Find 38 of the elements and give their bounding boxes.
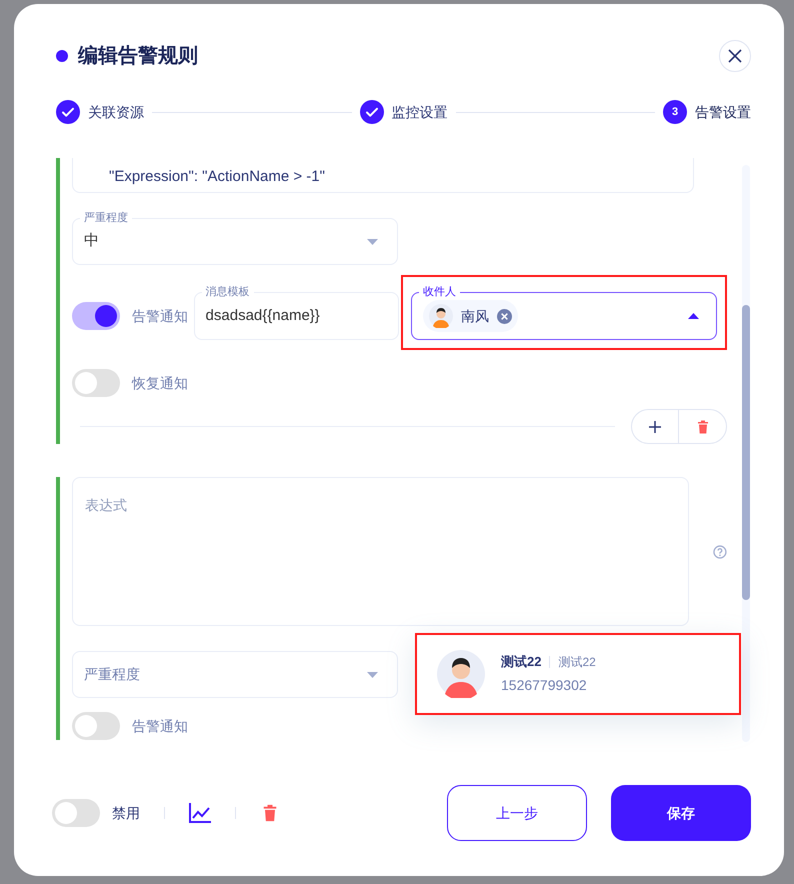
back-button[interactable]: 上一步 (447, 785, 587, 841)
close-button[interactable] (719, 40, 751, 72)
remove-icon[interactable] (497, 308, 512, 324)
plus-icon (649, 420, 661, 432)
save-button[interactable]: 保存 (611, 785, 751, 841)
step: 监控设置 (360, 100, 448, 124)
toggle-switch[interactable] (72, 369, 120, 397)
toggle-switch[interactable] (72, 712, 120, 740)
toggle-label: 告警通知 (132, 306, 188, 326)
toggle-switch[interactable] (52, 799, 100, 827)
toggle-switch[interactable] (72, 302, 120, 330)
avatar-icon (429, 304, 453, 328)
caret-up-icon (688, 313, 699, 319)
field-label: 消息模板 (202, 285, 254, 299)
step-marker: 3 (663, 100, 687, 124)
help-icon[interactable] (713, 544, 727, 558)
caret-down-icon (367, 238, 378, 244)
recipient-chip[interactable]: 南风 (423, 300, 518, 332)
field-label: 收件人 (419, 285, 460, 299)
check-icon (61, 105, 75, 119)
avatar-icon (437, 650, 485, 698)
recipient-alias: 测试22 (558, 654, 596, 670)
recipient-phone: 15267799302 (501, 676, 588, 696)
toggle-label: 告警通知 (132, 716, 188, 736)
title-dot-icon (56, 50, 68, 62)
step: 关联资源 (56, 100, 144, 124)
expression-field[interactable]: "Expression": "ActionName > -1" (72, 158, 694, 193)
scrollbar[interactable] (742, 165, 750, 742)
toggle-label: 禁用 (112, 804, 140, 822)
recipient-name: 测试22 (501, 652, 542, 671)
field-label: 严重程度 (80, 211, 132, 225)
check-icon (364, 105, 378, 119)
caret-down-icon (367, 672, 378, 678)
toggle-label: 恢复通知 (132, 374, 188, 392)
close-icon (728, 49, 742, 63)
line-chart-icon[interactable] (189, 803, 211, 823)
step: 3 告警设置 (663, 100, 751, 124)
dialog-title: 编辑告警规则 (78, 44, 198, 69)
